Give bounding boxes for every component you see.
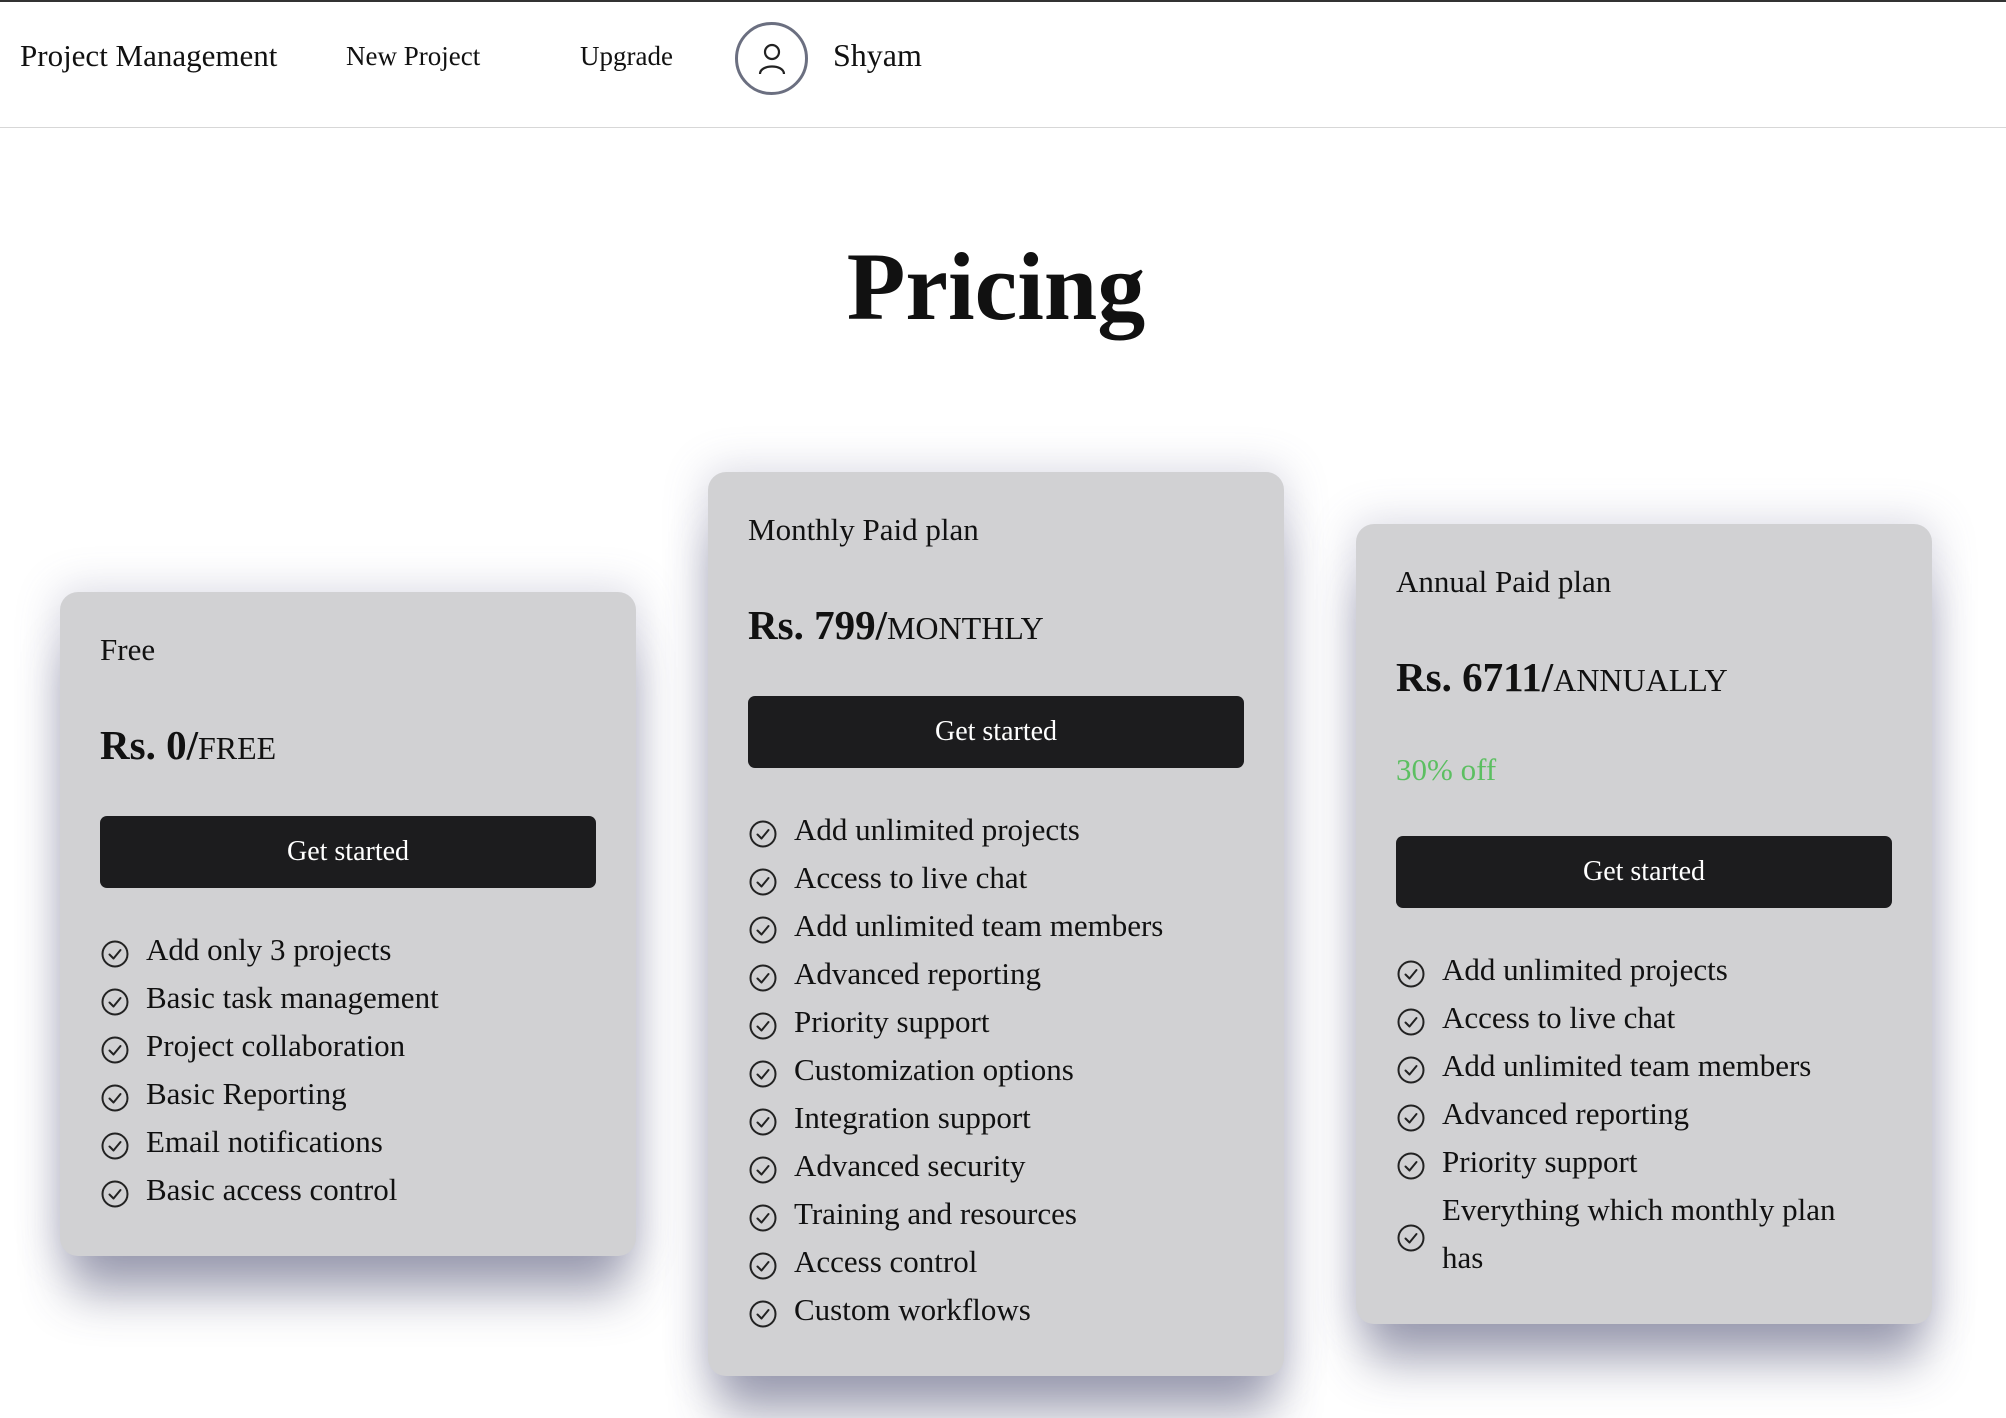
get-started-button[interactable]: Get started xyxy=(1396,836,1892,908)
user-name[interactable]: Shyam xyxy=(833,35,922,75)
feature-label: Access to live chat xyxy=(1442,1000,1676,1035)
check-circle-icon xyxy=(748,1055,778,1088)
check-circle-icon xyxy=(1396,1003,1426,1036)
feature-list: Add unlimited projects Access to live cha… xyxy=(1396,946,1876,1282)
feature-label: Customization options xyxy=(794,1052,1074,1087)
discount-badge: 30% off xyxy=(1396,752,1497,787)
feature-label: Priority support xyxy=(1442,1144,1638,1179)
price-amount: Rs. 6711/ xyxy=(1396,654,1554,700)
price-amount: Rs. 799/ xyxy=(748,602,887,648)
feature-item: Access to live chat xyxy=(748,854,1248,902)
check-circle-icon xyxy=(100,983,130,1016)
feature-item: Priority support xyxy=(1396,1138,1876,1186)
check-circle-icon xyxy=(100,1031,130,1064)
pricing-card-free: Free Rs. 0/FREE Get started Add only 3 p… xyxy=(60,592,636,1256)
check-circle-icon xyxy=(748,1007,778,1040)
feature-label: Add unlimited team members xyxy=(794,908,1164,943)
feature-label: Email notifications xyxy=(146,1124,383,1159)
feature-label: Basic access control xyxy=(146,1172,398,1207)
get-started-button[interactable]: Get started xyxy=(100,816,596,888)
price-period: FREE xyxy=(197,730,277,766)
feature-label: Add unlimited projects xyxy=(1442,952,1728,987)
check-circle-icon xyxy=(748,815,778,848)
feature-label: Project collaboration xyxy=(146,1028,406,1063)
user-icon xyxy=(758,43,785,74)
check-circle-icon xyxy=(100,1127,130,1160)
plan-price: Rs. 799/MONTHLY xyxy=(748,600,1044,653)
check-circle-icon xyxy=(1396,1051,1426,1084)
pricing-card-annual: Annual Paid plan Rs. 6711/ANNUALLY 30% o… xyxy=(1356,524,1932,1324)
price-amount: Rs. 0/ xyxy=(100,722,198,768)
feature-label: Access to live chat xyxy=(794,860,1028,895)
plan-price: Rs. 6711/ANNUALLY xyxy=(1396,652,1728,705)
feature-label: Add only 3 projects xyxy=(146,932,392,967)
feature-item: Add unlimited projects xyxy=(1396,946,1876,994)
check-circle-icon xyxy=(1396,1099,1426,1132)
get-started-button[interactable]: Get started xyxy=(748,696,1244,768)
feature-label: Basic Reporting xyxy=(146,1076,347,1111)
brand-logo-text[interactable]: Project Management xyxy=(20,36,277,76)
check-circle-icon xyxy=(748,959,778,992)
page-title: Pricing xyxy=(846,233,1146,340)
feature-item: Customization options xyxy=(748,1046,1248,1094)
feature-label: Add unlimited projects xyxy=(794,812,1080,847)
price-period: ANNUALLY xyxy=(1553,662,1728,698)
feature-label: Add unlimited team members xyxy=(1442,1048,1812,1083)
check-circle-icon xyxy=(1396,1219,1426,1252)
feature-label: Custom workflows xyxy=(794,1292,1031,1327)
check-circle-icon xyxy=(748,863,778,896)
feature-item: Everything which monthly plan has xyxy=(1396,1186,1876,1282)
feature-label: Advanced reporting xyxy=(1442,1096,1690,1131)
top-navbar: Project Management New Project Upgrade S… xyxy=(0,0,2006,128)
feature-label: Advanced reporting xyxy=(794,956,1042,991)
check-circle-icon xyxy=(748,911,778,944)
feature-item: Custom workflows xyxy=(748,1286,1248,1334)
check-circle-icon xyxy=(1396,955,1426,988)
feature-label: Advanced security xyxy=(794,1148,1026,1183)
feature-item: Basic access control xyxy=(100,1166,600,1214)
user-avatar[interactable] xyxy=(735,22,808,95)
check-circle-icon xyxy=(748,1151,778,1184)
pricing-card-monthly: Monthly Paid plan Rs. 799/MONTHLY Get st… xyxy=(708,472,1284,1376)
feature-label: Priority support xyxy=(794,1004,990,1039)
feature-item: Training and resources xyxy=(748,1190,1248,1238)
check-circle-icon xyxy=(100,935,130,968)
feature-item: Basic task management xyxy=(100,974,600,1022)
feature-item: Integration support xyxy=(748,1094,1248,1142)
check-circle-icon xyxy=(748,1199,778,1232)
feature-label: Everything which monthly plan has xyxy=(1442,1192,1836,1275)
feature-item: Email notifications xyxy=(100,1118,600,1166)
plan-name: Monthly Paid plan xyxy=(748,512,979,547)
price-period: MONTHLY xyxy=(886,610,1044,646)
feature-label: Training and resources xyxy=(794,1196,1077,1231)
check-circle-icon xyxy=(748,1103,778,1136)
feature-list: Add only 3 projects Basic task management… xyxy=(100,926,600,1214)
feature-item: Advanced security xyxy=(748,1142,1248,1190)
feature-item: Project collaboration xyxy=(100,1022,600,1070)
feature-item: Add unlimited team members xyxy=(1396,1042,1876,1090)
plan-name: Annual Paid plan xyxy=(1396,564,1612,599)
check-circle-icon xyxy=(748,1247,778,1280)
feature-label: Integration support xyxy=(794,1100,1031,1135)
new-project-link[interactable]: New Project xyxy=(346,38,480,74)
feature-item: Advanced reporting xyxy=(1396,1090,1876,1138)
feature-list: Add unlimited projects Access to live cha… xyxy=(748,806,1248,1334)
feature-item: Add only 3 projects xyxy=(100,926,600,974)
plan-price: Rs. 0/FREE xyxy=(100,720,276,773)
feature-item: Access control xyxy=(748,1238,1248,1286)
feature-item: Access to live chat xyxy=(1396,994,1876,1042)
feature-item: Advanced reporting xyxy=(748,950,1248,998)
upgrade-link[interactable]: Upgrade xyxy=(580,38,673,74)
check-circle-icon xyxy=(100,1175,130,1208)
feature-label: Access control xyxy=(794,1244,978,1279)
feature-item: Add unlimited team members xyxy=(748,902,1248,950)
plan-name: Free xyxy=(100,632,156,667)
feature-item: Priority support xyxy=(748,998,1248,1046)
feature-label: Basic task management xyxy=(146,980,439,1015)
feature-item: Basic Reporting xyxy=(100,1070,600,1118)
check-circle-icon xyxy=(748,1295,778,1328)
feature-item: Add unlimited projects xyxy=(748,806,1248,854)
check-circle-icon xyxy=(1396,1147,1426,1180)
check-circle-icon xyxy=(100,1079,130,1112)
